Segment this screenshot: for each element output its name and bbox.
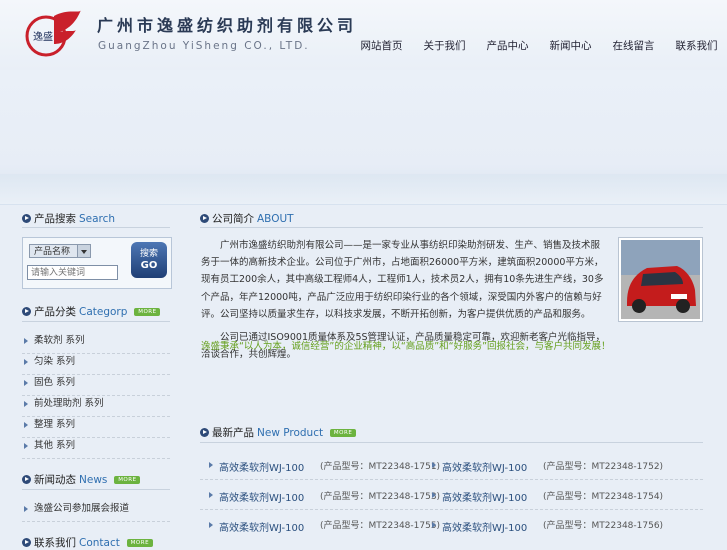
section-arrow-icon [22,475,31,484]
product-item: 高效柔软剂WJ-100 [431,489,527,504]
company-logo[interactable]: 逸盛 [24,6,82,58]
contact-title-en: Contact [79,536,120,549]
news-more-button[interactable]: MORE [114,475,141,484]
search-go-button[interactable]: 搜索 GO [131,242,167,278]
divider [22,321,170,322]
section-arrow-icon [22,307,31,316]
product-title-cn: 最新产品 [212,427,254,439]
category-item[interactable]: 匀染 系列 [22,354,170,375]
section-arrow-icon [22,538,31,547]
section-arrow-icon [22,214,31,223]
product-code: (产品型号：MT22348-1751) [320,462,441,472]
news-title-en: News [79,473,108,486]
category-item[interactable]: 整理 系列 [22,417,170,438]
search-type-select[interactable]: 产品名称 [29,244,91,258]
product-code: (产品型号：MT22348-1754) [543,492,664,502]
site-header: 逸盛 广州市逸盛纺织助剂有限公司 GuangZhou YiSheng CO., … [0,0,727,70]
company-name-cn: 广州市逸盛纺织助剂有限公司 [97,16,358,35]
category-title-cn: 产品分类 [34,306,76,318]
about-title-cn: 公司简介 [212,213,254,225]
product-item: 高效柔软剂WJ-100 [431,459,527,474]
product-link[interactable]: 高效柔软剂WJ-100 [208,519,304,534]
search-section-title: 产品搜索 Search [22,211,115,226]
about-section-title: 公司简介 ABOUT [200,211,294,226]
category-section-title: 产品分类 Categorp MORE [22,304,161,319]
search-button-label-en: GO [140,260,158,271]
product-item: 高效柔软剂WJ-100 [208,489,304,504]
product-section-title: 最新产品 New Product MORE [200,425,357,440]
about-slogan: 逸盛秉承“以人为本，诚信经营”的企业精神，以“高品质”和“好服务”回报社会，与客… [201,341,611,352]
search-type-value: 产品名称 [34,247,71,257]
contact-title-cn: 联系我们 [34,537,76,549]
news-title-cn: 新闻动态 [34,474,76,486]
category-list: 柔软剂 系列 匀染 系列 固色 系列 前处理助剂 系列 整理 系列 其他 系列 [22,333,170,459]
divider [200,227,703,228]
product-code: (产品型号：MT22348-1755) [320,521,441,531]
news-list: 逸盛公司参加展会报道 [22,501,170,522]
section-arrow-icon [200,214,209,223]
company-photo [618,237,703,322]
product-link[interactable]: 高效柔软剂WJ-100 [208,459,304,474]
news-section-title: 新闻动态 News MORE [22,472,141,487]
nav-item-message[interactable]: 在线留言 [602,38,665,54]
product-code: (产品型号：MT22348-1753) [320,492,441,502]
product-title-en: New Product [257,426,324,439]
product-more-button[interactable]: MORE [330,428,357,437]
category-title-en: Categorp [79,305,128,318]
about-title-en: ABOUT [257,212,294,225]
logo-text: 逸盛 [33,30,53,43]
search-input[interactable] [27,265,118,280]
product-code: (产品型号：MT22348-1752) [543,462,664,472]
banner-bottom-band [0,174,727,204]
car-image [621,240,700,319]
search-button-label-cn: 搜索 [139,249,158,259]
nav-item-products[interactable]: 产品中心 [476,38,539,54]
product-code: (产品型号：MT22348-1756) [543,521,664,531]
product-item: 高效柔软剂WJ-100 [208,519,304,534]
about-paragraph: 广州市逸盛纺织助剂有限公司——是一家专业从事纺织印染助剂研发、生产、销售及技术服… [201,240,604,320]
nav-item-home[interactable]: 网站首页 [350,38,413,54]
category-item[interactable]: 柔软剂 系列 [22,333,170,354]
contact-section-title: 联系我们 Contact MORE [22,535,153,550]
product-link[interactable]: 高效柔软剂WJ-100 [431,459,527,474]
category-item[interactable]: 固色 系列 [22,375,170,396]
nav-item-contact[interactable]: 联系我们 [665,38,727,54]
main-nav: 网站首页 关于我们 产品中心 新闻中心 在线留言 联系我们 [350,38,727,54]
nav-item-news[interactable]: 新闻中心 [539,38,602,54]
search-title-cn: 产品搜索 [34,213,76,225]
category-item[interactable]: 前处理助剂 系列 [22,396,170,417]
product-link[interactable]: 高效柔软剂WJ-100 [208,489,304,504]
divider [200,479,703,480]
divider [200,509,703,510]
divider [200,442,703,443]
product-link[interactable]: 高效柔软剂WJ-100 [431,489,527,504]
contact-more-button[interactable]: MORE [126,538,153,547]
product-item: 高效柔软剂WJ-100 [208,459,304,474]
nav-item-about[interactable]: 关于我们 [413,38,476,54]
category-item[interactable]: 其他 系列 [22,438,170,459]
divider [22,227,170,228]
category-more-button[interactable]: MORE [134,307,161,316]
product-item: 高效柔软剂WJ-100 [431,519,527,534]
product-link[interactable]: 高效柔软剂WJ-100 [431,519,527,534]
news-item[interactable]: 逸盛公司参加展会报道 [22,501,170,522]
divider [22,489,170,490]
search-panel: 产品名称 搜索 GO [22,237,172,289]
search-title-en: Search [79,212,116,225]
company-name-en: GuangZhou YiSheng CO., LTD. [98,40,310,52]
section-arrow-icon [200,428,209,437]
chevron-down-icon[interactable] [77,245,90,257]
